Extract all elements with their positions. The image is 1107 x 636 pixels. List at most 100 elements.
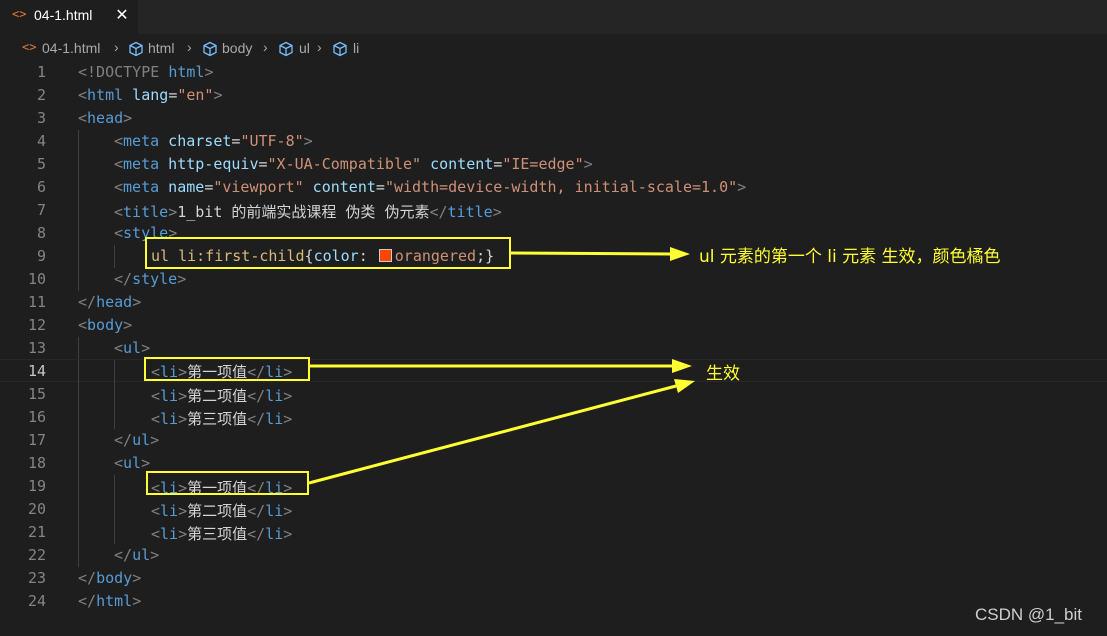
indent-guide bbox=[114, 475, 115, 498]
code-editor[interactable]: 1 <!DOCTYPE html> 2 <html lang="en"> 3 <… bbox=[0, 61, 1107, 636]
token: "UTF-8" bbox=[240, 132, 304, 150]
code-line: 15 <li>第二项值</li> bbox=[0, 383, 1107, 406]
line-number: 7 bbox=[36, 201, 46, 219]
code-line: 24 </html> bbox=[0, 590, 1107, 613]
token: > bbox=[737, 178, 747, 196]
breadcrumb-item-html[interactable]: html bbox=[148, 40, 174, 58]
line-number: 14 bbox=[27, 362, 46, 380]
watermark: CSDN @1_bit bbox=[975, 605, 1083, 624]
tab-filename: 04-1.html bbox=[34, 7, 93, 23]
token: "IE=edge" bbox=[502, 155, 584, 173]
token: </ bbox=[247, 502, 266, 520]
indent-guide bbox=[78, 245, 79, 268]
line-number: 18 bbox=[27, 454, 46, 472]
code-text: <meta http-equiv="X-UA-Compatible" conte… bbox=[114, 155, 593, 173]
token: meta bbox=[123, 178, 160, 196]
token: meta bbox=[123, 155, 160, 173]
indent-guide bbox=[78, 498, 79, 521]
token: </ bbox=[114, 270, 133, 288]
token: "en" bbox=[177, 86, 214, 104]
line-number: 22 bbox=[27, 546, 46, 564]
code-line: 11 </head> bbox=[0, 291, 1107, 314]
code-text: </head> bbox=[78, 293, 141, 311]
breadcrumb-item-li[interactable]: li bbox=[353, 40, 359, 58]
code-line: 22 </ul> bbox=[0, 544, 1107, 567]
line-number: 21 bbox=[27, 523, 46, 541]
chevron-right-icon: › bbox=[317, 39, 322, 55]
token: http-equiv bbox=[159, 155, 259, 173]
token: "X-UA-Compatible" bbox=[267, 155, 422, 173]
code-text: <body> bbox=[78, 316, 132, 334]
token: style bbox=[132, 270, 178, 288]
token: < bbox=[114, 178, 124, 196]
token: < bbox=[151, 410, 161, 428]
token: > bbox=[123, 109, 133, 127]
token: 第三项值 bbox=[187, 410, 248, 428]
breadcrumb-file[interactable]: 04-1.html bbox=[42, 40, 100, 58]
line-number: 9 bbox=[36, 247, 46, 265]
token: > bbox=[283, 387, 293, 405]
indent-guide bbox=[78, 153, 79, 176]
code-text: </ul> bbox=[114, 431, 159, 449]
token: < bbox=[151, 502, 161, 520]
indent-guide bbox=[78, 544, 79, 567]
code-line: 10 </style> bbox=[0, 268, 1107, 291]
line-number: 24 bbox=[27, 592, 46, 610]
breadcrumb: <> 04-1.html › html › body › ul › li bbox=[0, 36, 1107, 60]
close-icon[interactable]: ✕ bbox=[113, 5, 131, 27]
token: </ bbox=[247, 410, 266, 428]
code-text: <li>第三项值</li> bbox=[151, 523, 292, 544]
token: = bbox=[258, 155, 268, 173]
token: 第三项值 bbox=[187, 525, 248, 543]
indent-guide bbox=[78, 130, 79, 153]
token: html bbox=[87, 86, 124, 104]
token: html bbox=[168, 63, 205, 81]
code-line: 12 <body> bbox=[0, 314, 1107, 337]
code-line: 6 <meta name="viewport" content="width=d… bbox=[0, 176, 1107, 199]
indent-guide bbox=[114, 245, 115, 268]
token: li bbox=[265, 387, 284, 405]
indent-guide bbox=[78, 268, 79, 291]
line-number: 16 bbox=[27, 408, 46, 426]
editor-tab[interactable]: <> 04-1.html ✕ bbox=[0, 0, 138, 34]
token: li bbox=[160, 525, 179, 543]
token: head bbox=[96, 293, 133, 311]
line-number: 17 bbox=[27, 431, 46, 449]
token: </ bbox=[78, 592, 97, 610]
token: > bbox=[177, 270, 187, 288]
token: > bbox=[283, 525, 293, 543]
token: > bbox=[150, 546, 160, 564]
indent-guide bbox=[114, 406, 115, 429]
breadcrumb-item-body[interactable]: body bbox=[222, 40, 252, 58]
symbol-element-icon bbox=[279, 41, 293, 57]
line-number: 10 bbox=[27, 270, 46, 288]
code-line: 20 <li>第二项值</li> bbox=[0, 498, 1107, 521]
indent-guide bbox=[114, 383, 115, 406]
token: < bbox=[151, 387, 161, 405]
code-text: <meta name="viewport" content="width=dev… bbox=[114, 178, 746, 196]
token: > bbox=[303, 132, 313, 150]
line-number: 2 bbox=[36, 86, 46, 104]
token: title bbox=[447, 203, 493, 221]
token: ul bbox=[123, 339, 142, 357]
code-line: 17 </ul> bbox=[0, 429, 1107, 452]
line-number: 6 bbox=[36, 178, 46, 196]
token: body bbox=[96, 569, 133, 587]
token: li bbox=[160, 502, 179, 520]
code-text: <li>第三项值</li> bbox=[151, 408, 292, 429]
code-line: 3 <head> bbox=[0, 107, 1107, 130]
token: > bbox=[123, 316, 133, 334]
line-number: 4 bbox=[36, 132, 46, 150]
line-number: 13 bbox=[27, 339, 46, 357]
annotation-effect-note: 生效 bbox=[706, 364, 740, 384]
indent-guide bbox=[78, 452, 79, 475]
highlight-box-second-ul-first-li bbox=[146, 471, 309, 495]
token: > bbox=[283, 502, 293, 520]
token: = bbox=[204, 178, 214, 196]
token: < bbox=[78, 316, 88, 334]
breadcrumb-item-ul[interactable]: ul bbox=[299, 40, 310, 58]
chevron-right-icon: › bbox=[187, 39, 192, 55]
token: < bbox=[114, 339, 124, 357]
token: "viewport" bbox=[213, 178, 304, 196]
token: li bbox=[265, 502, 284, 520]
